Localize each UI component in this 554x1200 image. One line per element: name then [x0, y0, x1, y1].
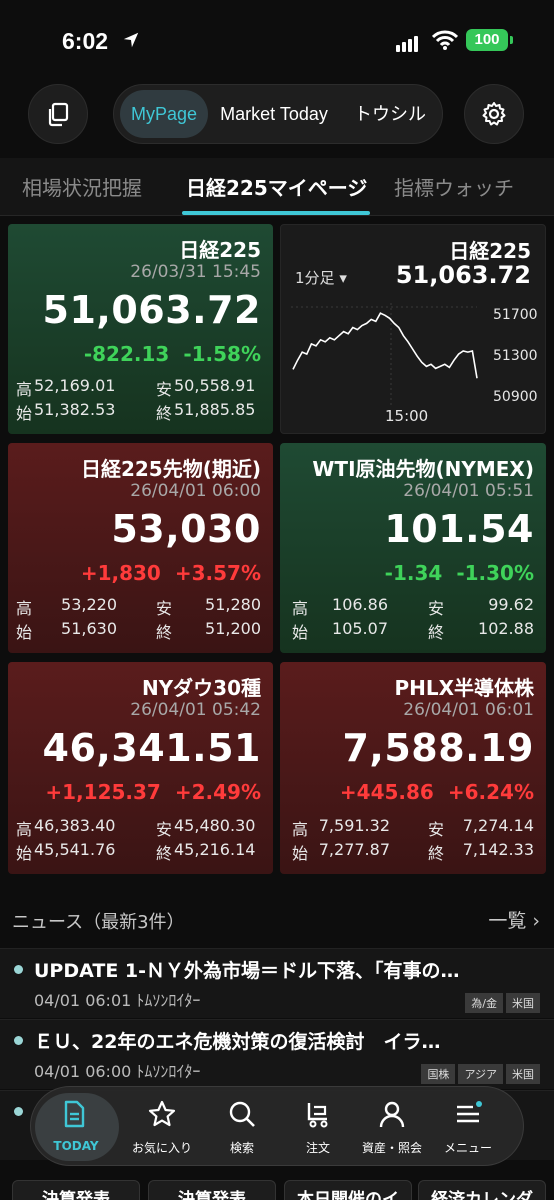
chart-price: 51,063.72	[395, 261, 531, 289]
copy-icon	[48, 102, 69, 127]
quote-open-close: 始 51,630 終 51,200	[16, 619, 261, 642]
news-meta: 04/01 06:01 ﾄﾑｿﾝﾛｲﾀｰ	[34, 991, 201, 1010]
quote-datetime: 26/04/01 05:51	[403, 481, 534, 501]
quote-open-close: 始 7,277.87 終 7,142.33	[292, 840, 534, 863]
top-segment-control: MyPage Market Today トウシル	[113, 84, 443, 144]
tab-toushiru[interactable]: トウシル	[342, 85, 438, 143]
quote-high-low: 高 53,220 安 51,280	[16, 595, 261, 618]
quote-name: 日経225先物(期近)	[80, 457, 261, 481]
cart-icon	[307, 1103, 328, 1128]
quote-card-wti-crude[interactable]: WTI原油先物(NYMEX) 26/04/01 05:51 101.54 -1.…	[280, 443, 546, 653]
quote-change: +1,125.37 +2.49%	[45, 780, 261, 804]
tab-search[interactable]: 検索	[203, 1087, 281, 1167]
unread-dot	[14, 965, 23, 974]
subtab-indicator	[182, 211, 370, 215]
tab-mypage[interactable]: MyPage	[120, 90, 208, 138]
quote-card-nikkei-futures[interactable]: 日経225先物(期近) 26/04/01 06:00 53,030 +1,830…	[8, 443, 273, 653]
cellular-signal-icon	[396, 33, 420, 52]
chart-series-line	[292, 312, 478, 379]
quote-high-low: 高 7,591.32 安 7,274.14	[292, 816, 534, 839]
quote-card-phlx-semi[interactable]: PHLX半導体株 26/04/01 06:01 7,588.19 +445.86…	[280, 662, 546, 874]
tab-order[interactable]: 注文	[279, 1087, 357, 1167]
tab-assets[interactable]: 資産・照会	[353, 1087, 431, 1167]
chevron-right-icon: ›	[532, 910, 540, 932]
quote-price: 101.54	[384, 507, 534, 551]
chart-card-nikkei225[interactable]: 日経225 1分足 ▾ 51,063.72 51700 51300 50900 15:…	[280, 224, 546, 434]
quote-card-ny-dow[interactable]: NYダウ30種 26/04/01 05:42 46,341.51 +1,125.…	[8, 662, 273, 874]
news-tags: 国株 アジア 米国	[421, 1064, 540, 1084]
search-icon	[229, 1101, 255, 1127]
wifi-icon	[432, 30, 458, 50]
quote-name: PHLX半導体株	[394, 676, 534, 700]
quote-name: WTI原油先物(NYMEX)	[312, 457, 534, 481]
sub-tab-bar: 相場状況把握 日経225マイページ 指標ウォッチ	[0, 158, 554, 216]
chart-y-tick-label: 51300	[493, 348, 538, 364]
shortcut-row: 決算発表 決算発表 本日開催のイ 経済カレンダ	[0, 1180, 554, 1200]
unread-dot	[14, 1036, 23, 1045]
notification-dot	[476, 1101, 482, 1107]
quote-datetime: 26/04/01 06:01	[403, 700, 534, 720]
menu-icon	[457, 1101, 482, 1123]
status-time: 6:02	[62, 28, 109, 54]
copy-button[interactable]	[28, 84, 88, 144]
quote-price: 53,030	[111, 507, 261, 551]
battery-tip	[510, 36, 513, 44]
chart-x-tick-label: 15:00	[385, 407, 428, 425]
subtab-market-overview[interactable]: 相場状況把握	[22, 172, 142, 201]
quote-change: +445.86 +6.24%	[339, 780, 534, 804]
quote-change: -822.13 -1.58%	[83, 342, 261, 366]
chart-y-tick-label: 51700	[493, 307, 538, 323]
chart-title: 日経225	[449, 239, 531, 263]
quote-price: 51,063.72	[42, 288, 261, 332]
quote-name: 日経225	[179, 238, 261, 262]
gear-icon	[482, 102, 506, 126]
quote-open-close: 始 45,541.76 終 45,216.14	[16, 840, 256, 863]
unread-dot	[14, 1107, 23, 1116]
subtab-nikkei-mypage[interactable]: 日経225マイページ	[186, 172, 367, 201]
status-bar: 6:02 100	[0, 0, 554, 80]
quote-price: 7,588.19	[342, 726, 534, 770]
news-tags: 為/金 米国	[465, 993, 540, 1013]
news-item[interactable]: UPDATE 1-ＮＹ外為市場＝ドル下落、「有事の… 04/01 06:01 ﾄ…	[0, 948, 554, 1018]
tab-favorites[interactable]: お気に入り	[123, 1087, 201, 1167]
quote-datetime: 26/04/01 06:00	[130, 481, 261, 501]
tab-market-today[interactable]: Market Today	[218, 85, 330, 143]
shortcut-economic-calendar[interactable]: 経済カレンダ	[418, 1180, 546, 1200]
shortcut-today-events[interactable]: 本日開催のイ	[284, 1180, 412, 1200]
news-title: ＥＵ、22年のエネ危機対策の復活検討 イラ…	[34, 1031, 441, 1053]
news-item[interactable]: ＥＵ、22年のエネ危機対策の復活検討 イラ… 04/01 06:00 ﾄﾑｿﾝﾛ…	[0, 1019, 554, 1089]
quote-change: +1,830 +3.57%	[80, 561, 261, 585]
shortcut-earnings-1[interactable]: 決算発表	[12, 1180, 140, 1200]
intraday-line-chart: 51700 51300 50900 15:00	[291, 303, 538, 425]
tab-menu[interactable]: メニュー	[429, 1087, 507, 1167]
news-title: UPDATE 1-ＮＹ外為市場＝ドル下落、「有事の…	[34, 960, 460, 982]
shortcut-earnings-2[interactable]: 決算発表	[148, 1180, 276, 1200]
subtab-indicator-watch[interactable]: 指標ウォッチ	[394, 172, 514, 201]
quote-open-close: 始 51,382.53 終 51,885.85	[16, 400, 256, 423]
chart-y-tick-label: 50900	[493, 389, 538, 405]
quote-name: NYダウ30種	[141, 676, 261, 700]
news-section-title: ニュース（最新3件）	[12, 912, 185, 933]
location-arrow-icon	[123, 32, 139, 48]
quote-high-low: 高 106.86 安 99.62	[292, 595, 534, 618]
quote-datetime: 26/04/01 05:42	[130, 700, 261, 720]
timeframe-select[interactable]: 1分足 ▾	[295, 267, 347, 288]
quote-high-low: 高 46,383.40 安 45,480.30	[16, 816, 256, 839]
bottom-tab-bar: TODAY お気に入り 検索 注文 資産・照会 メニュー	[30, 1086, 524, 1166]
star-icon	[148, 1100, 176, 1127]
news-list-link[interactable]: 一覧 ›	[488, 906, 540, 933]
person-icon	[379, 1101, 405, 1128]
quote-price: 46,341.51	[42, 726, 261, 770]
settings-button[interactable]	[464, 84, 524, 144]
quote-open-close: 始 105.07 終 102.88	[292, 619, 534, 642]
tab-today[interactable]: TODAY	[31, 1087, 119, 1167]
quote-high-low: 高 52,169.01 安 50,558.91	[16, 376, 256, 399]
quote-datetime: 26/03/31 15:45	[130, 262, 261, 282]
news-meta: 04/01 06:00 ﾄﾑｿﾝﾛｲﾀｰ	[34, 1062, 201, 1081]
document-icon	[64, 1100, 85, 1128]
caret-down-icon: ▾	[339, 269, 347, 287]
quote-card-nikkei225[interactable]: 日経225 26/03/31 15:45 51,063.72 -822.13 -1…	[8, 224, 273, 434]
quote-change: -1.34 -1.30%	[384, 561, 534, 585]
battery-indicator: 100	[466, 29, 508, 51]
